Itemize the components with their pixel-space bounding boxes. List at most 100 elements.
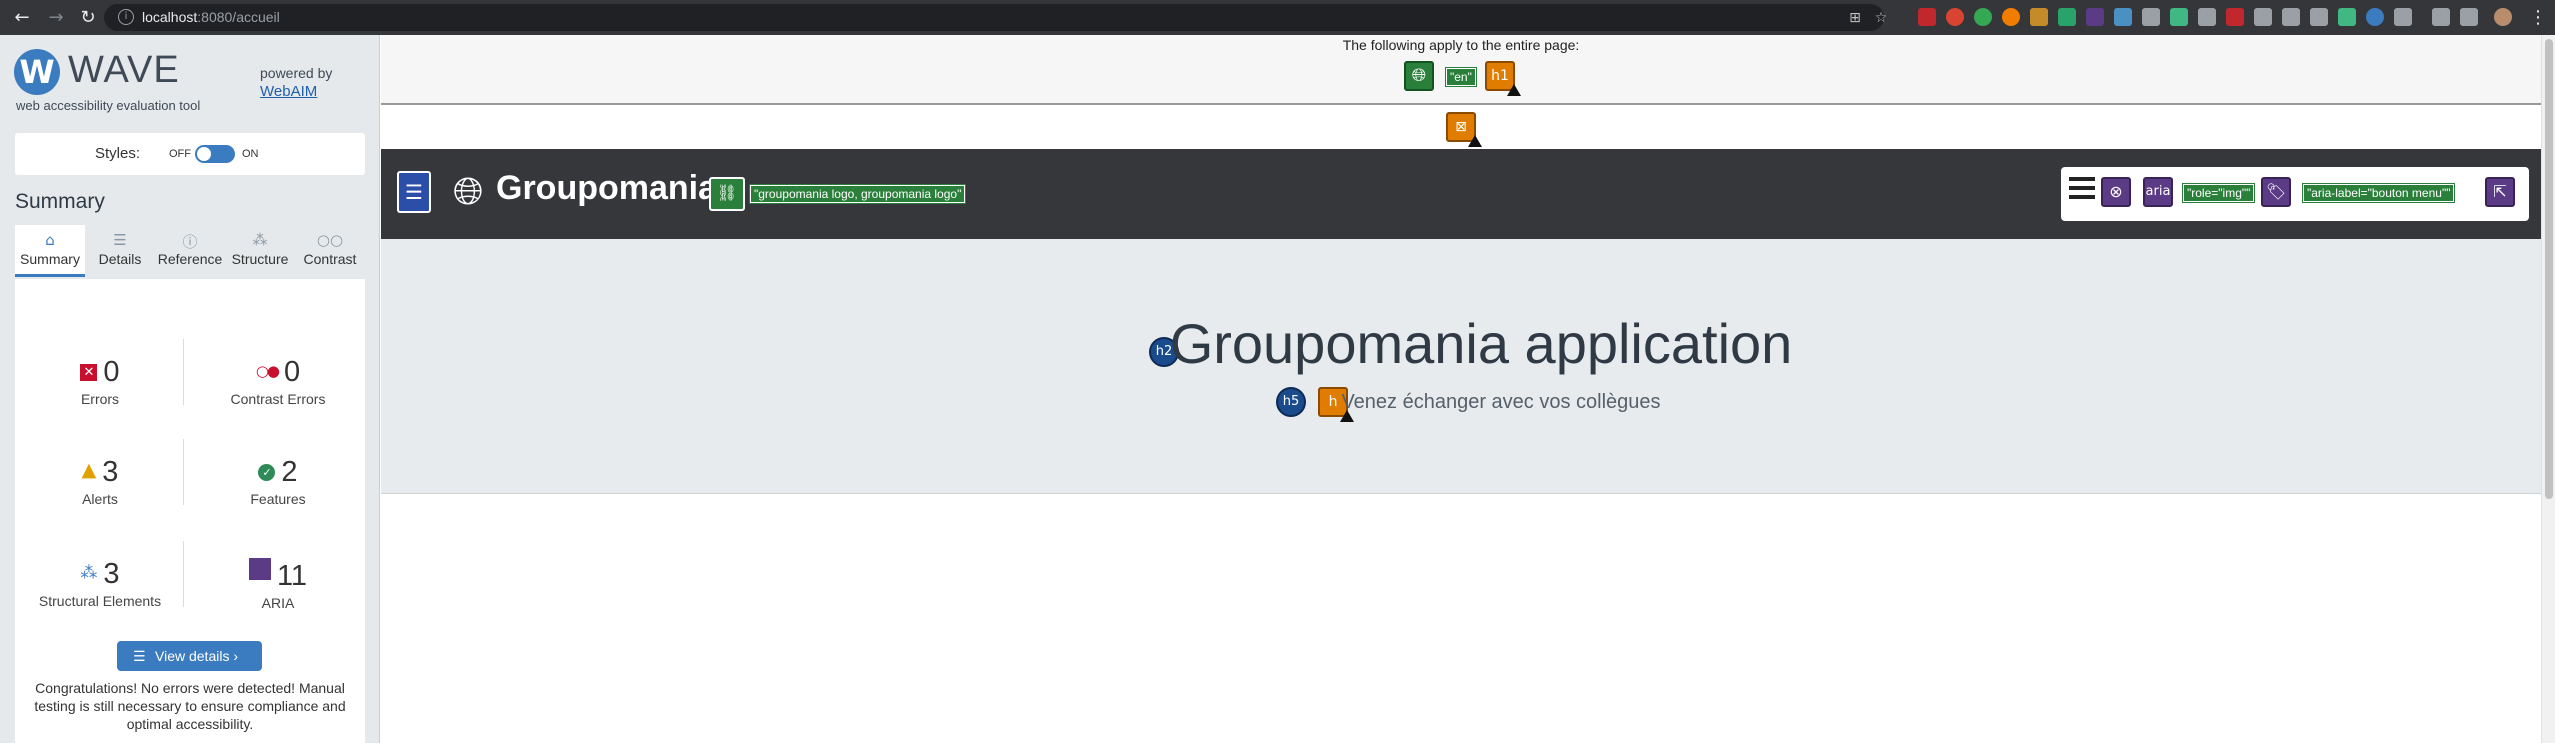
warning-icon <box>1468 135 1482 147</box>
extension-icon[interactable] <box>2282 8 2300 26</box>
wave-logo-title: WAVE <box>68 49 180 91</box>
powered-by-text: powered by <box>260 65 333 81</box>
address-bar[interactable]: i localhost:8080/accueil ⊞ ☆ <box>104 4 1887 31</box>
tab-label: Reference <box>157 251 223 267</box>
wave-tabs: ⌂ Summary ☰ Details ⓘ Reference ⁂ Struct… <box>15 225 365 277</box>
tab-label: Details <box>98 251 142 267</box>
page-level-annotations: The following apply to the entire page: … <box>381 35 2541 105</box>
url-text[interactable]: localhost:8080/accueil <box>142 9 280 25</box>
language-globe-icon[interactable]: 🌐︎ <box>1404 61 1434 91</box>
extension-icon[interactable] <box>2394 8 2412 26</box>
toggle-knob <box>197 147 211 161</box>
styles-label: Styles: <box>95 145 141 162</box>
extension-icon[interactable] <box>2002 8 2020 26</box>
congrats-message: Congratulations! No errors were detected… <box>34 680 346 732</box>
tab-label: Contrast <box>303 251 357 267</box>
reload-icon[interactable]: ↻ <box>76 6 100 30</box>
site-info-icon[interactable]: i <box>118 9 134 25</box>
tab-label: Structure <box>231 251 289 267</box>
globe-logo-icon: 🌐︎ <box>453 169 484 213</box>
puzzle-extensions-icon[interactable] <box>2432 8 2450 26</box>
wave-tagline: web accessibility evaluation tool <box>16 98 201 113</box>
stat-structural[interactable]: ⁂ 3 Structural Elements <box>15 558 185 609</box>
stat-contrast-errors[interactable]: ○● 0 Contrast Errors <box>193 356 363 407</box>
logo-alt-tag: "groupomania logo, groupomania logo" <box>748 184 967 204</box>
adblock-extension-icon[interactable] <box>1918 8 1936 26</box>
vue-devtools-icon[interactable] <box>2170 8 2188 26</box>
linked-image-icon[interactable]: ⛓ <box>709 177 745 211</box>
contrast-icon: ○○ <box>316 231 344 249</box>
app-navbar: ☰ 🌐︎ Groupomania ⛓ "groupomania logo, gr… <box>381 149 2541 239</box>
aria-hidden-icon[interactable]: ⊗ <box>2101 177 2131 207</box>
menu-container: ⊗ aria "role="img"" 🏷︎ "aria-label="bout… <box>2061 167 2529 221</box>
header-landmark-icon[interactable]: ☰ <box>397 171 431 213</box>
extension-icon[interactable] <box>2310 8 2328 26</box>
stat-errors[interactable]: ✕ 0 Errors <box>15 356 185 407</box>
aria-label-tag-icon[interactable]: 🏷︎ <box>2261 177 2291 207</box>
extension-icon[interactable] <box>2058 8 2076 26</box>
contrast-error-icon: ○● <box>255 362 280 380</box>
warning-icon <box>1507 84 1521 96</box>
tab-structure[interactable]: ⁂ Structure <box>225 225 295 277</box>
browser-menu-icon[interactable]: ⋮ <box>2526 6 2550 30</box>
home-icon: ⌂ <box>45 231 55 249</box>
reading-list-icon[interactable] <box>2460 8 2478 26</box>
wave-logo-icon: W <box>14 49 60 95</box>
page-viewport: The following apply to the entire page: … <box>381 35 2541 743</box>
structure-icon: ⁂ <box>252 231 268 249</box>
extension-icon[interactable] <box>2086 8 2104 26</box>
tab-reference[interactable]: ⓘ Reference <box>155 225 225 277</box>
error-icon: ✕ <box>80 364 98 381</box>
extension-icon[interactable] <box>2226 8 2244 26</box>
extension-icon[interactable] <box>2198 8 2216 26</box>
forward-icon[interactable]: → <box>44 6 68 30</box>
toggle-on-label: ON <box>242 148 259 160</box>
stat-alerts[interactable]: ▲ 3 Alerts <box>15 456 185 507</box>
view-details-button[interactable]: ☰ View details › <box>117 641 262 671</box>
summary-heading: Summary <box>15 190 105 213</box>
styles-toggle-panel: Styles: OFF ON <box>15 133 365 175</box>
bookmark-star-icon[interactable]: ☆ <box>1872 9 1890 27</box>
tab-details[interactable]: ☰ Details <box>85 225 155 277</box>
stat-features[interactable]: ✓ 2 Features <box>193 456 363 507</box>
toggle-off-label: OFF <box>169 148 191 160</box>
wave-extension-icon[interactable] <box>2366 8 2384 26</box>
profile-avatar[interactable] <box>2494 8 2512 26</box>
translate-icon[interactable]: ⊞ <box>1846 9 1864 27</box>
summary-panel: ✕ 0 Errors ○● 0 Contrast Errors ▲ 3 Alerts … <box>15 279 365 749</box>
aria-icon <box>248 558 271 580</box>
alert-icon: ▲ <box>81 459 97 481</box>
hero-subtitle: Venez échanger avec vos collègues <box>1341 391 1661 413</box>
redundant-link-alert-icon[interactable]: ⊠ <box>1446 112 1482 147</box>
browser-toolbar: ← → ↻ i localhost:8080/accueil ⊞ ☆ ⋮ <box>0 0 2555 35</box>
extension-icon[interactable] <box>2114 8 2132 26</box>
list-icon: ☰ <box>113 231 127 249</box>
list-icon: ☰ <box>133 649 146 665</box>
hamburger-menu-icon[interactable] <box>2069 177 2095 203</box>
apply-text: The following apply to the entire page: <box>1342 37 1580 53</box>
extension-icon[interactable] <box>1946 8 1964 26</box>
hero-section: h2 Groupomania application h5 h Venez éc… <box>381 239 2541 494</box>
stat-aria[interactable]: 11 ARIA <box>193 558 363 611</box>
brand-title[interactable]: Groupomania <box>496 169 717 208</box>
tab-contrast[interactable]: ○○ Contrast <box>295 225 365 277</box>
page-scrollbar[interactable] <box>2541 35 2555 743</box>
tab-label: Summary <box>20 251 80 267</box>
extension-icon[interactable] <box>2142 8 2160 26</box>
extension-icon[interactable] <box>2030 8 2048 26</box>
vue-devtools-icon[interactable] <box>2338 8 2356 26</box>
info-icon: ⓘ <box>182 233 198 251</box>
back-icon[interactable]: ← <box>10 6 34 30</box>
extension-icon[interactable] <box>2254 8 2272 26</box>
styles-toggle[interactable] <box>195 145 235 163</box>
aria-label-tag: "aria-label="bouton menu"" <box>2301 183 2456 203</box>
aria-button-icon[interactable]: ⇱ <box>2485 177 2515 207</box>
webaim-link[interactable]: WebAIM <box>260 83 317 100</box>
scrollbar-thumb[interactable] <box>2545 39 2553 499</box>
extension-icon[interactable] <box>1974 8 1992 26</box>
structure-icon: ⁂ <box>80 563 98 583</box>
h1-alert-icon[interactable]: h1 <box>1485 61 1521 96</box>
tab-summary[interactable]: ⌂ Summary <box>15 225 85 277</box>
role-tag: "role="img"" <box>2181 183 2256 203</box>
aria-icon[interactable]: aria <box>2143 177 2173 207</box>
